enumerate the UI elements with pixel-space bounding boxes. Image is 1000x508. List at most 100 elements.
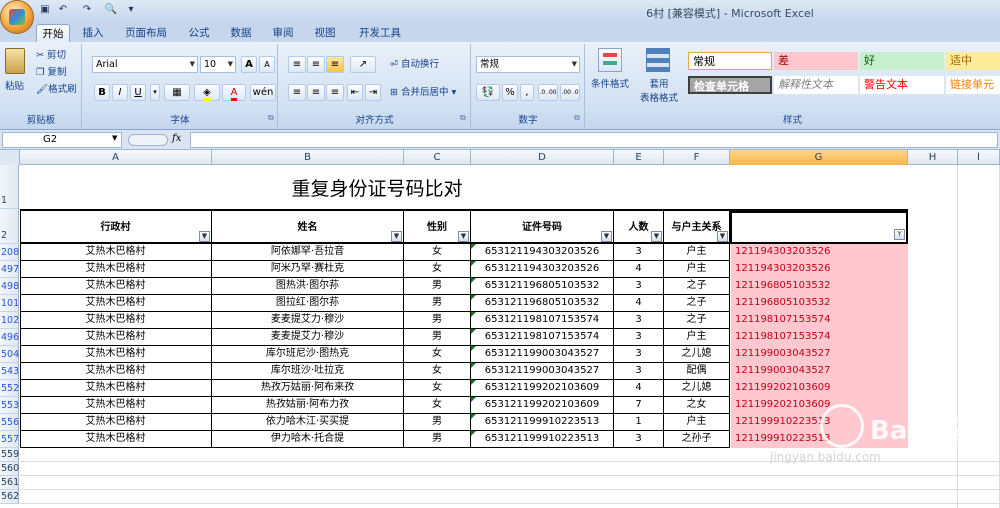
border-button[interactable]: ▦ <box>164 84 190 101</box>
cell-name[interactable]: 热孜姑丽·阿布力孜 <box>212 397 404 414</box>
cell-village[interactable]: 艾热木巴格村 <box>20 397 212 414</box>
cell-g[interactable]: 121196805103532 <box>731 295 908 312</box>
row-header[interactable]: 497 <box>0 261 19 278</box>
underline-button[interactable]: U <box>130 84 146 101</box>
cell-id[interactable]: 653121198107153574 <box>471 329 614 346</box>
cell-style-3[interactable]: 适中 <box>946 52 1000 70</box>
row-header[interactable]: 556 <box>0 414 19 431</box>
column-header-a[interactable]: A <box>20 150 212 165</box>
column-header-e[interactable]: E <box>614 150 664 165</box>
cell-rel[interactable]: 户主 <box>664 414 730 431</box>
number-format-combo[interactable]: 常规 ▼ <box>476 56 580 73</box>
cell-g[interactable]: 121194303203526 <box>731 261 908 278</box>
tab-developer[interactable]: 开发工具 <box>352 24 408 42</box>
cell-count[interactable]: 3 <box>614 312 664 329</box>
cell-name[interactable]: 阿依娜罕·吾拉音 <box>212 244 404 261</box>
filter-dropdown-name[interactable]: ▼ <box>391 231 402 242</box>
cell-village[interactable]: 艾热木巴格村 <box>20 431 212 448</box>
office-button[interactable] <box>0 0 34 34</box>
cell-rel[interactable]: 户主 <box>664 244 730 261</box>
row-header[interactable]: 208 <box>0 244 19 261</box>
cell-village[interactable]: 艾热木巴格村 <box>20 261 212 278</box>
cell-count[interactable]: 3 <box>614 278 664 295</box>
cell-sex[interactable]: 男 <box>404 414 471 431</box>
cell-name[interactable]: 依力哈木江·买买提 <box>212 414 404 431</box>
row-header[interactable]: 101 <box>0 295 19 312</box>
cell-rel[interactable]: 户主 <box>664 261 730 278</box>
cell-name[interactable]: 麦麦提艾力·穆沙 <box>212 312 404 329</box>
font-name-combo[interactable]: Arial ▼ <box>92 56 198 73</box>
row-header[interactable]: 543 <box>0 363 19 380</box>
underline-dropdown[interactable]: ▾ <box>150 84 160 101</box>
column-header-d[interactable]: D <box>471 150 614 165</box>
filter-active-icon[interactable]: Y <box>894 229 905 240</box>
filter-dropdown-count[interactable]: ▼ <box>651 231 662 242</box>
cell-id[interactable]: 653121199003043527 <box>471 363 614 380</box>
comma-button[interactable]: , <box>520 84 534 101</box>
cell-id[interactable]: 653121199003043527 <box>471 346 614 363</box>
cell-style-5[interactable]: 解释性文本 <box>774 76 858 94</box>
percent-button[interactable]: % <box>502 84 518 101</box>
row-header-1[interactable]: 1 <box>0 165 19 209</box>
cell-name[interactable]: 伊力哈木·托合提 <box>212 431 404 448</box>
row-header[interactable]: 496 <box>0 329 19 346</box>
decrease-decimal-button[interactable]: .00 .0 <box>560 84 580 101</box>
tab-data[interactable]: 数据 <box>224 24 258 42</box>
cell-village[interactable]: 艾热木巴格村 <box>20 329 212 346</box>
empty-row[interactable] <box>20 476 1000 490</box>
cell-count[interactable]: 3 <box>614 346 664 363</box>
cell-g[interactable]: 121196805103532 <box>731 278 908 295</box>
cell-id[interactable]: 653121196805103532 <box>471 278 614 295</box>
font-size-combo[interactable]: 10 ▼ <box>200 56 236 73</box>
italic-button[interactable]: I <box>112 84 128 101</box>
filter-dropdown-sex[interactable]: ▼ <box>458 231 469 242</box>
column-header-g[interactable]: G <box>730 150 908 165</box>
cell-sex[interactable]: 男 <box>404 295 471 312</box>
cell-rel[interactable]: 之孙子 <box>664 431 730 448</box>
cell-name[interactable]: 图热洪·图尔荪 <box>212 278 404 295</box>
cell-village[interactable]: 艾热木巴格村 <box>20 278 212 295</box>
cell-sex[interactable]: 男 <box>404 312 471 329</box>
cell-village[interactable]: 艾热木巴格村 <box>20 244 212 261</box>
row-header[interactable]: 553 <box>0 397 19 414</box>
currency-icon[interactable]: 💱 <box>476 84 500 101</box>
cell-sex[interactable]: 女 <box>404 380 471 397</box>
conditional-format-button[interactable]: 条件格式 <box>588 78 632 92</box>
column-header-b[interactable]: B <box>212 150 404 165</box>
cell-village[interactable]: 艾热木巴格村 <box>20 363 212 380</box>
cell-id[interactable]: 653121199910223513 <box>471 431 614 448</box>
cell-count[interactable]: 4 <box>614 295 664 312</box>
align-bottom-icon[interactable]: ≡ <box>326 56 344 73</box>
format-as-table-button[interactable]: 套用 表格格式 <box>634 78 684 106</box>
number-dialog-launcher-icon[interactable]: ⧉ <box>574 113 580 123</box>
row-header[interactable]: 102 <box>0 312 19 329</box>
align-right-icon[interactable]: ≡ <box>326 84 344 101</box>
cell-sex[interactable]: 女 <box>404 244 471 261</box>
header-name[interactable]: 姓名 <box>212 211 404 244</box>
redo-icon[interactable]: ↷ <box>80 3 94 17</box>
cell-count[interactable]: 1 <box>614 414 664 431</box>
tab-home[interactable]: 开始 <box>36 24 70 42</box>
cell-count[interactable]: 3 <box>614 431 664 448</box>
header-g-selected[interactable] <box>730 211 908 244</box>
cell-style-2[interactable]: 好 <box>860 52 944 70</box>
tab-formulas[interactable]: 公式 <box>182 24 216 42</box>
cell-g[interactable]: 121199003043527 <box>731 363 908 380</box>
grow-font-button[interactable]: A <box>241 56 257 73</box>
cell-style-0[interactable]: 常规 <box>688 52 772 70</box>
tab-page-layout[interactable]: 页面布局 <box>118 24 174 42</box>
cell-g[interactable]: 121198107153574 <box>731 329 908 346</box>
cell-style-1[interactable]: 差 <box>774 52 858 70</box>
cell-rel[interactable]: 之子 <box>664 295 730 312</box>
cell-id[interactable]: 653121199202103609 <box>471 380 614 397</box>
header-village[interactable]: 行政村 <box>20 211 212 244</box>
cell-sex[interactable]: 女 <box>404 261 471 278</box>
cell-count[interactable]: 3 <box>614 363 664 380</box>
align-middle-icon[interactable]: ≡ <box>307 56 325 73</box>
insert-function-icon[interactable]: fx <box>172 133 181 144</box>
cell-id[interactable]: 653121199202103609 <box>471 397 614 414</box>
align-left-icon[interactable]: ≡ <box>288 84 306 101</box>
row-header-2[interactable]: 2 <box>0 209 19 244</box>
row-header[interactable]: 561 <box>0 476 19 490</box>
paste-button[interactable]: 粘贴 <box>5 80 24 94</box>
